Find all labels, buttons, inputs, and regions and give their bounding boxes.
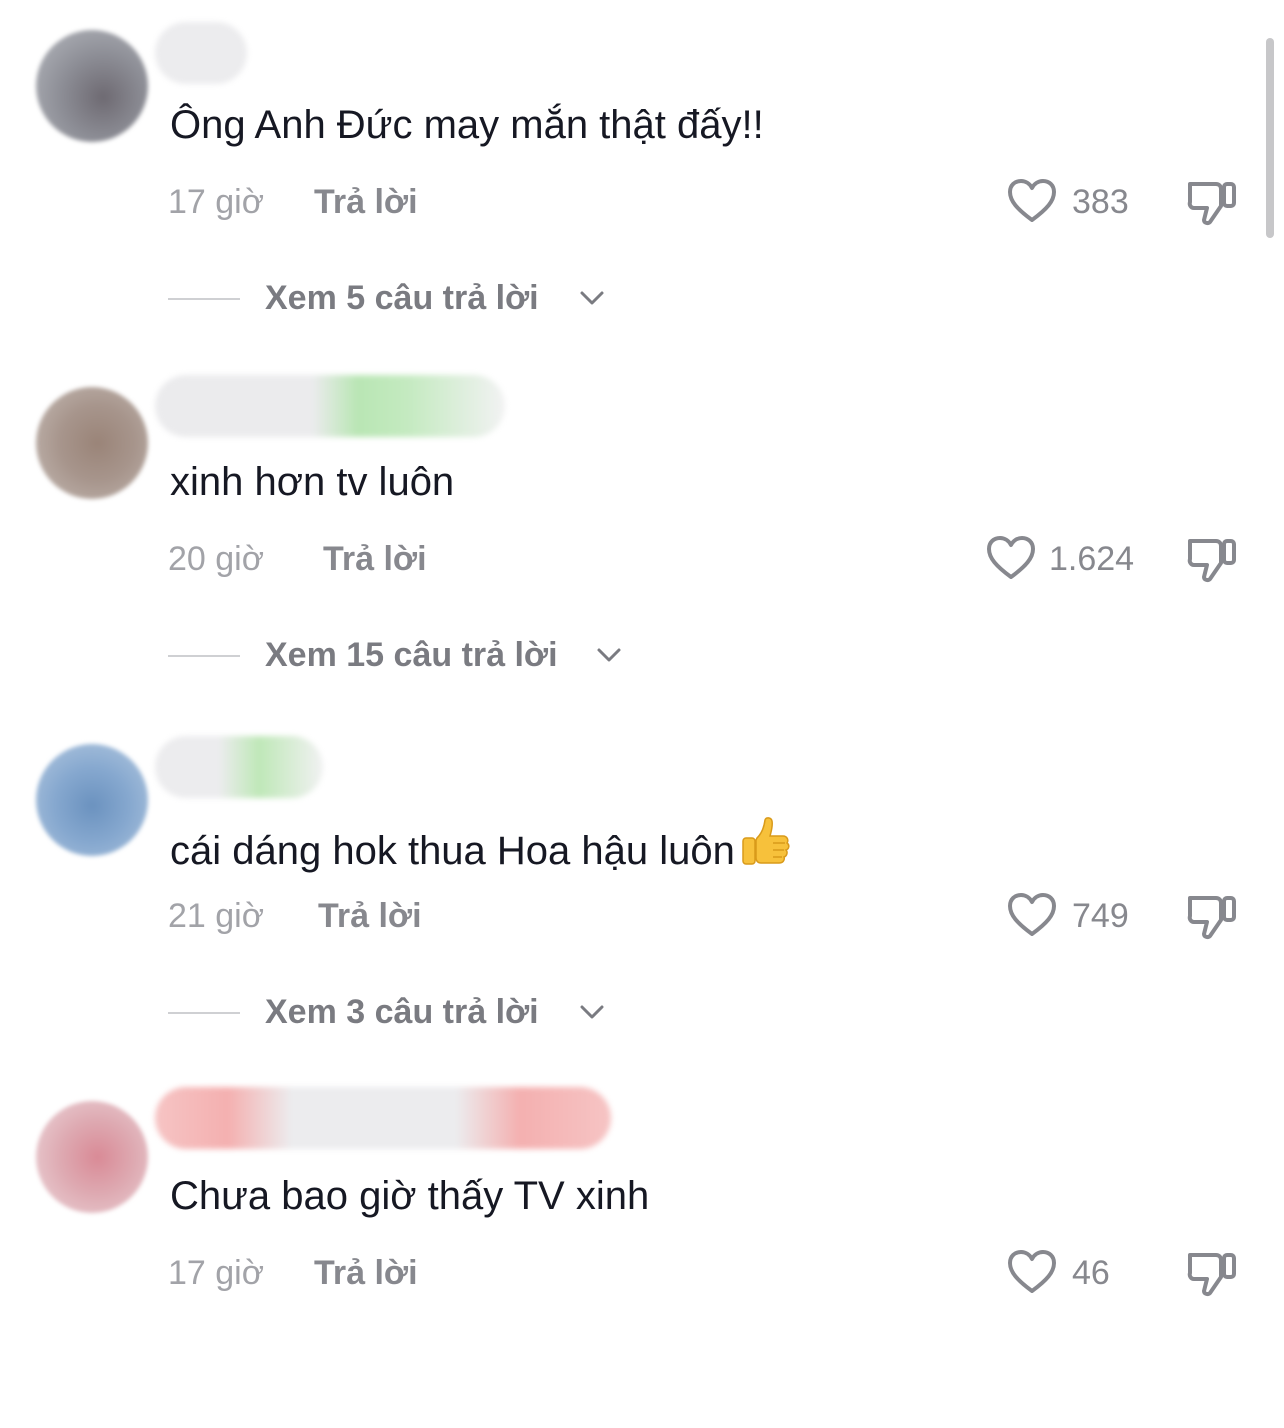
comment-item: Ông Anh Đức may mắn thật đấy!! 17 giờ Tr… <box>0 0 1284 357</box>
view-replies-label: Xem 15 câu trả lời <box>265 636 558 674</box>
thumbs-down-outline-icon[interactable] <box>1186 533 1238 585</box>
view-replies-button[interactable]: Xem 3 câu trả lời <box>168 990 628 1034</box>
like-count: 46 <box>1072 1254 1110 1292</box>
username-blurred[interactable] <box>155 375 505 437</box>
view-replies-label: Xem 3 câu trả lời <box>265 993 539 1031</box>
comment-item: Chưa bao giờ thấy TV xinh 17 giờ Trả lời… <box>0 1071 1284 1428</box>
reply-button[interactable]: Trả lời <box>314 1251 418 1295</box>
like-count: 749 <box>1072 897 1129 935</box>
reply-button[interactable]: Trả lời <box>314 180 418 224</box>
like-count: 383 <box>1072 183 1129 221</box>
avatar[interactable] <box>36 744 148 856</box>
reply-button[interactable]: Trả lời <box>318 894 422 938</box>
comment-time: 21 giờ <box>168 897 265 935</box>
avatar[interactable] <box>36 30 148 142</box>
heart-outline-icon[interactable] <box>1007 178 1057 224</box>
chevron-down-icon <box>580 291 604 305</box>
heart-outline-icon[interactable] <box>1007 892 1057 938</box>
thumbs-down-outline-icon[interactable] <box>1186 1247 1238 1299</box>
divider-line <box>168 298 240 300</box>
thumbs-down-outline-icon[interactable] <box>1186 890 1238 942</box>
username-blurred[interactable] <box>155 22 247 84</box>
comment-text: Ông Anh Đức may mắn thật đấy!! <box>170 103 764 147</box>
chevron-down-icon <box>597 648 621 662</box>
divider-line <box>168 655 240 657</box>
avatar[interactable] <box>36 1101 148 1213</box>
comment-item: cái dáng hok thua Hoa hậu luôn 21 giờ Tr… <box>0 714 1284 1071</box>
comment-text: Chưa bao giờ thấy TV xinh <box>170 1174 650 1218</box>
comment-time: 20 giờ <box>168 540 265 578</box>
like-count: 1.624 <box>1049 540 1135 578</box>
divider-line <box>168 1012 240 1014</box>
heart-outline-icon[interactable] <box>986 535 1036 581</box>
comment-time: 17 giờ <box>168 183 265 221</box>
thumbs-down-outline-icon[interactable] <box>1186 176 1238 228</box>
comment-item: xinh hơn tv luôn 20 giờ Trả lời 1.624 Xe… <box>0 357 1284 714</box>
username-blurred[interactable] <box>155 736 323 798</box>
chevron-down-icon <box>580 1005 604 1019</box>
reply-button[interactable]: Trả lời <box>323 537 427 581</box>
username-blurred[interactable] <box>155 1087 611 1149</box>
avatar[interactable] <box>36 387 148 499</box>
comment-text: cái dáng hok thua Hoa hậu luôn <box>170 814 793 876</box>
view-replies-label: Xem 5 câu trả lời <box>265 279 539 317</box>
thumbs-up-emoji <box>742 817 790 865</box>
view-replies-button[interactable]: Xem 5 câu trả lời <box>168 276 628 320</box>
heart-outline-icon[interactable] <box>1007 1249 1057 1295</box>
comment-time: 17 giờ <box>168 1254 265 1292</box>
comment-text: xinh hơn tv luôn <box>170 460 455 504</box>
view-replies-button[interactable]: Xem 15 câu trả lời <box>168 633 638 677</box>
comment-text-content: cái dáng hok thua Hoa hậu luôn <box>170 829 735 873</box>
